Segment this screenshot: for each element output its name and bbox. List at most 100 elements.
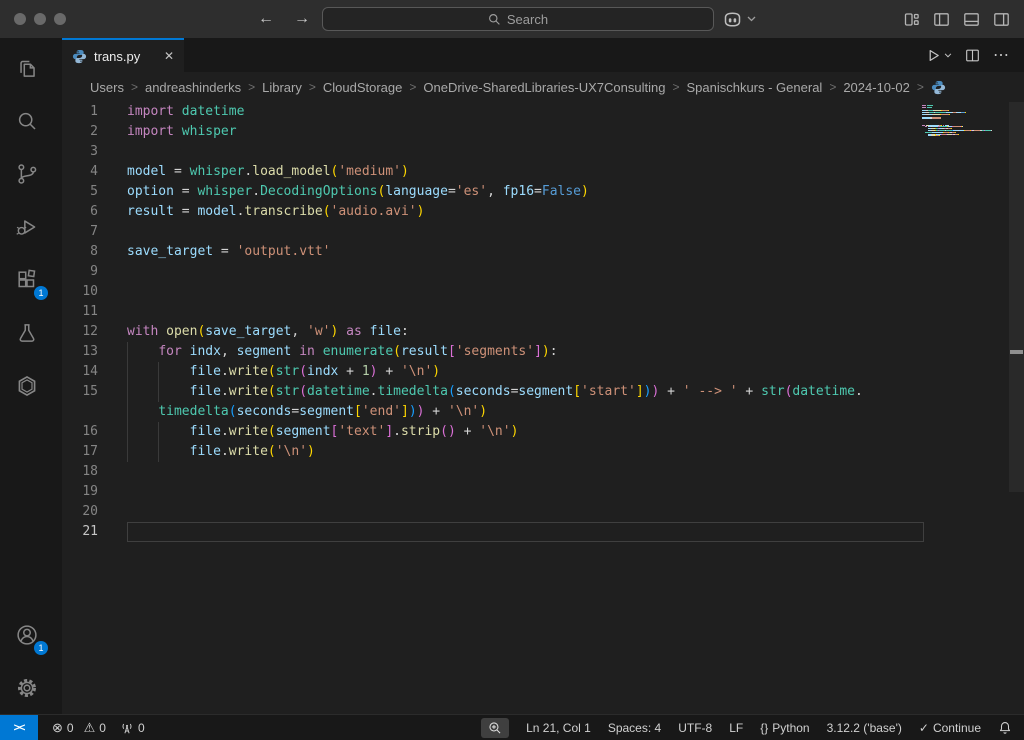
code-line[interactable]: 16 file.write(segment['text'].strip() + … (62, 422, 924, 442)
tab-trans-py[interactable]: trans.py ✕ (62, 38, 184, 72)
line-number[interactable]: 21 (62, 522, 98, 542)
chevron-down-icon[interactable] (944, 53, 952, 58)
code-line[interactable]: 13 for indx, segment in enumerate(result… (62, 342, 924, 362)
line-content[interactable] (127, 302, 924, 322)
zoom-indicator[interactable] (481, 718, 509, 738)
encoding-indicator[interactable]: UTF-8 (678, 721, 712, 735)
close-tab-icon[interactable]: ✕ (164, 49, 174, 63)
line-number[interactable]: 10 (62, 282, 98, 302)
code-line[interactable]: 18 (62, 462, 924, 482)
cursor-position[interactable]: Ln 21, Col 1 (526, 721, 591, 735)
code-line[interactable]: 9 (62, 262, 924, 282)
toggle-primary-sidebar-icon[interactable] (933, 11, 950, 28)
line-number[interactable]: 7 (62, 222, 98, 242)
problems-indicator[interactable]: ⊗ 0 ⚠ 0 (52, 721, 106, 735)
line-content[interactable] (127, 462, 924, 482)
sidebar-item-explorer[interactable] (3, 41, 51, 94)
line-content[interactable] (127, 502, 924, 522)
breadcrumb-item[interactable]: CloudStorage (323, 80, 403, 95)
more-actions-icon[interactable]: ⋯ (993, 45, 1010, 65)
code-line[interactable]: 8save_target = 'output.vtt' (62, 242, 924, 262)
settings-button[interactable] (3, 661, 51, 714)
line-content[interactable]: result = model.transcribe('audio.avi') (127, 202, 924, 222)
line-number[interactable]: 19 (62, 482, 98, 502)
code-line[interactable]: 11 (62, 302, 924, 322)
sidebar-item-source-control[interactable] (3, 147, 51, 200)
code-line[interactable]: 2 import whisper (62, 122, 924, 142)
editor[interactable]: 1import datetime2 import whisper 34 model =… (62, 102, 1024, 714)
line-number[interactable]: 2 (62, 122, 98, 142)
code-line[interactable]: 1import datetime (62, 102, 924, 122)
language-mode[interactable]: {} Python (760, 721, 809, 735)
code-area[interactable]: 1import datetime2 import whisper 34 model =… (62, 102, 924, 542)
line-content[interactable]: import datetime (127, 102, 924, 122)
code-line[interactable]: 3 (62, 142, 924, 162)
line-number[interactable]: 8 (62, 242, 98, 262)
accounts-button[interactable]: 1 (3, 608, 51, 661)
code-line[interactable]: 20 (62, 502, 924, 522)
go-forward-icon[interactable]: → (294, 10, 310, 28)
breadcrumb-item[interactable]: andreashinderks (145, 80, 241, 95)
ports-indicator[interactable]: 0 (120, 721, 145, 735)
indentation-indicator[interactable]: Spaces: 4 (608, 721, 661, 735)
line-number[interactable]: 13 (62, 342, 98, 362)
line-number[interactable]: 20 (62, 502, 98, 522)
sidebar-item-search[interactable] (3, 94, 51, 147)
command-center-search[interactable]: Search (322, 7, 714, 31)
line-content[interactable]: timedelta(seconds=segment['end'])) + '\n… (127, 402, 924, 422)
python-interpreter[interactable]: 3.12.2 ('base') (827, 721, 902, 735)
breadcrumb-item[interactable]: OneDrive-SharedLibraries-UX7Consulting (423, 80, 665, 95)
code-line[interactable]: 21 (62, 522, 924, 542)
line-content[interactable] (127, 482, 924, 502)
line-content[interactable]: model = whisper.load_model('medium') (127, 162, 924, 182)
maximize-window-button[interactable] (54, 13, 66, 25)
code-line[interactable]: 19 (62, 482, 924, 502)
line-content[interactable] (127, 522, 924, 542)
sidebar-item-testing[interactable] (3, 306, 51, 359)
line-number[interactable]: 18 (62, 462, 98, 482)
code-line[interactable]: 4 model = whisper.load_model('medium') (62, 162, 924, 182)
breadcrumb-item[interactable]: 2024-10-02 (843, 80, 910, 95)
code-line[interactable]: 10 (62, 282, 924, 302)
line-content[interactable]: for indx, segment in enumerate(result['s… (127, 342, 924, 362)
minimize-window-button[interactable] (34, 13, 46, 25)
line-number[interactable]: 12 (62, 322, 98, 342)
overview-ruler[interactable] (1009, 102, 1024, 492)
line-number[interactable]: 9 (62, 262, 98, 282)
continue-extension[interactable]: ✓ Continue (919, 721, 981, 735)
line-content[interactable]: file.write(str(datetime.timedelta(second… (127, 382, 924, 402)
line-content[interactable] (127, 262, 924, 282)
line-number[interactable]: 14 (62, 362, 98, 382)
line-content[interactable] (127, 282, 924, 302)
code-line[interactable]: 15 file.write(str(datetime.timedelta(sec… (62, 382, 924, 402)
toggle-secondary-sidebar-icon[interactable] (993, 11, 1010, 28)
line-number[interactable]: 5 (62, 182, 98, 202)
line-content[interactable]: with open(save_target, 'w') as file: (127, 322, 924, 342)
code-line[interactable]: 6result = model.transcribe('audio.avi') (62, 202, 924, 222)
line-number[interactable]: 11 (62, 302, 98, 322)
line-number[interactable]: 4 (62, 162, 98, 182)
line-content[interactable]: file.write(str(indx + 1) + '\n') (127, 362, 924, 382)
close-window-button[interactable] (14, 13, 26, 25)
eol-indicator[interactable]: LF (729, 721, 743, 735)
breadcrumb-item[interactable]: Library (262, 80, 302, 95)
toggle-panel-icon[interactable] (963, 11, 980, 28)
code-line[interactable]: 5option = whisper.DecodingOptions(langua… (62, 182, 924, 202)
sidebar-item-hexagon-extension[interactable] (3, 359, 51, 412)
minimap[interactable] (922, 105, 996, 144)
split-editor-icon[interactable] (965, 48, 980, 63)
line-number[interactable]: 3 (62, 142, 98, 162)
line-content[interactable]: file.write(segment['text'].strip() + '\n… (127, 422, 924, 442)
line-content[interactable] (127, 142, 924, 162)
run-python-file-button[interactable] (926, 48, 952, 63)
line-number[interactable]: 16 (62, 422, 98, 442)
line-content[interactable]: import whisper (127, 122, 924, 142)
code-line[interactable]: 14 file.write(str(indx + 1) + '\n') (62, 362, 924, 382)
breadcrumb-item[interactable]: Spanischkurs - General (686, 80, 822, 95)
code-line[interactable]: 7 (62, 222, 924, 242)
breadcrumb-item[interactable]: Users (90, 80, 124, 95)
notifications-button[interactable] (998, 721, 1012, 735)
customize-layout-icon[interactable] (903, 11, 920, 28)
copilot-menu[interactable] (722, 7, 756, 31)
sidebar-item-run-debug[interactable] (3, 200, 51, 253)
